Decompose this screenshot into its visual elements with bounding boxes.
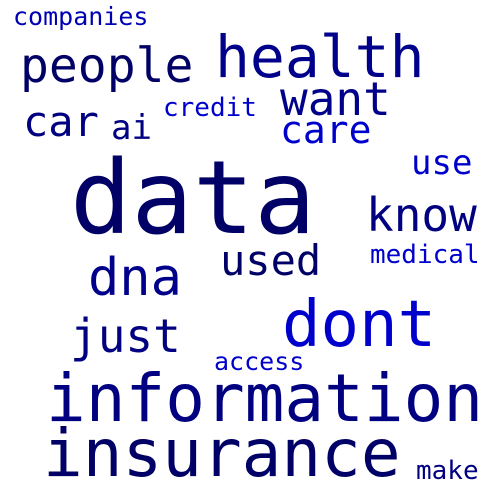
word-cloud: companies health people want credit car … — [0, 0, 500, 500]
word-make: make — [416, 456, 479, 486]
word-people: people — [20, 38, 194, 94]
word-data: data — [70, 139, 316, 258]
word-medical: medical — [370, 240, 480, 270]
word-insurance: insurance — [43, 415, 401, 492]
word-know: know — [366, 188, 477, 242]
word-use: use — [411, 143, 473, 183]
word-car: car — [23, 97, 99, 146]
word-dna: dna — [88, 248, 182, 308]
word-companies: companies — [13, 2, 149, 31]
word-dont: dont — [282, 288, 437, 362]
word-used: used — [220, 236, 322, 285]
word-credit: credit — [163, 93, 257, 123]
word-just: just — [70, 309, 181, 363]
